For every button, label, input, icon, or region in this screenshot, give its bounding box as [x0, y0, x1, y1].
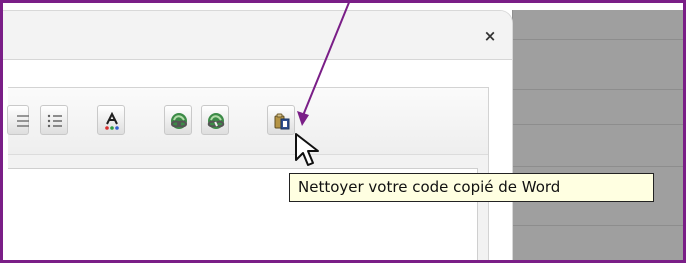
editor-toolbar	[8, 88, 488, 155]
link-icon	[171, 113, 187, 129]
insert-link-button[interactable]	[164, 105, 192, 135]
remove-link-button[interactable]	[201, 105, 229, 135]
text-color-icon	[105, 112, 119, 130]
list-icon	[17, 115, 29, 127]
background-divider	[513, 39, 686, 40]
paste-word-tooltip: Nettoyer votre code copié de Word	[289, 173, 654, 202]
list-icon	[47, 114, 62, 128]
background-divider	[513, 124, 686, 125]
mouse-pointer-icon	[295, 133, 319, 166]
editor-dialog: ×	[3, 11, 512, 263]
background-divider	[513, 166, 686, 167]
dialog-titlebar: ×	[3, 11, 512, 60]
background-window	[512, 10, 686, 260]
bullet-list-button[interactable]	[40, 105, 68, 135]
bullet-list-button-partial[interactable]	[7, 105, 29, 135]
paste-from-word-button[interactable]	[267, 105, 295, 135]
unlink-icon	[207, 113, 225, 129]
screenshot: × Nettoyer votre code copié de Word	[0, 0, 686, 263]
close-button[interactable]: ×	[478, 24, 502, 48]
paste-word-icon	[274, 113, 290, 130]
text-color-button[interactable]	[97, 105, 125, 135]
background-divider	[513, 225, 686, 226]
background-divider	[513, 89, 686, 90]
